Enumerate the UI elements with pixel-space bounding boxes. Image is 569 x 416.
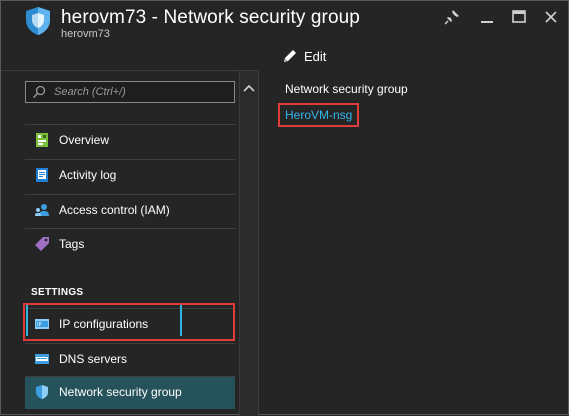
settings-section-header: SETTINGS bbox=[31, 287, 84, 298]
nsg-link[interactable]: HeroVM-nsg bbox=[278, 103, 360, 127]
search-box[interactable] bbox=[25, 81, 235, 103]
menu-item-label: Access control (IAM) bbox=[59, 203, 170, 217]
highlight-box bbox=[23, 303, 235, 341]
menu-scrollbar[interactable] bbox=[239, 71, 259, 416]
chevron-up-icon[interactable] bbox=[242, 82, 256, 96]
menu-divider bbox=[25, 376, 235, 377]
tag-icon bbox=[34, 236, 50, 252]
menu-item-dns-servers[interactable]: DNS servers bbox=[25, 343, 235, 376]
shield-icon bbox=[25, 6, 51, 36]
maximize-icon[interactable] bbox=[509, 7, 529, 27]
menu-divider bbox=[25, 159, 235, 160]
access-control-icon bbox=[34, 202, 50, 218]
title-bar: herovm73 - Network security group herovm… bbox=[1, 1, 568, 41]
content-pane: Network security group HeroVM-nsg bbox=[259, 70, 568, 415]
edit-button[interactable]: Edit bbox=[282, 46, 326, 66]
menu-item-network-security-group[interactable]: Network security group bbox=[25, 376, 235, 409]
shield-icon bbox=[34, 384, 50, 400]
menu-item-label: Overview bbox=[59, 133, 110, 147]
menu-divider bbox=[25, 343, 235, 344]
nsg-field-label: Network security group bbox=[285, 82, 408, 96]
minimize-icon[interactable] bbox=[477, 7, 497, 27]
search-input[interactable] bbox=[54, 82, 230, 102]
resource-menu: Overview Activity log bbox=[1, 70, 259, 416]
menu-divider bbox=[25, 228, 235, 229]
activity-log-icon bbox=[34, 167, 50, 183]
page-title: herovm73 - Network security group bbox=[61, 7, 360, 28]
menu-divider bbox=[25, 194, 235, 195]
menu-item-activity-log[interactable]: Activity log bbox=[25, 159, 235, 192]
page-subtitle: herovm73 bbox=[61, 28, 110, 40]
overview-icon bbox=[34, 132, 50, 148]
menu-item-access-control[interactable]: Access control (IAM) bbox=[25, 194, 235, 227]
menu-item-label: Network security group bbox=[59, 385, 182, 399]
dns-servers-icon bbox=[34, 351, 50, 367]
pencil-icon bbox=[282, 48, 298, 64]
menu-item-label: Activity log bbox=[59, 168, 117, 182]
menu-item-overview[interactable]: Overview bbox=[25, 124, 235, 157]
menu-divider bbox=[25, 124, 235, 125]
menu-item-tags[interactable]: Tags bbox=[25, 228, 235, 261]
close-icon[interactable] bbox=[541, 7, 561, 27]
search-icon bbox=[32, 85, 46, 99]
pin-icon[interactable] bbox=[442, 7, 462, 27]
command-bar: Edit bbox=[1, 43, 568, 69]
blade-window: herovm73 - Network security group herovm… bbox=[0, 0, 569, 416]
edit-label: Edit bbox=[304, 48, 327, 64]
menu-item-label: Tags bbox=[59, 237, 85, 251]
menu-item-label: DNS servers bbox=[59, 352, 128, 366]
